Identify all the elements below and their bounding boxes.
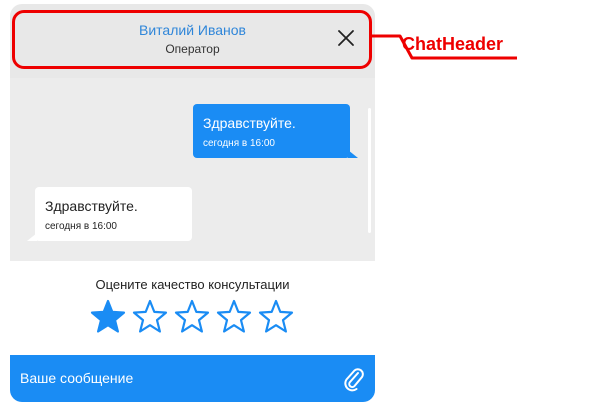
scrollbar[interactable]: [368, 108, 371, 233]
rating-title: Оцените качество консультации: [95, 277, 290, 292]
annotation-highlight: [12, 10, 372, 69]
message-time: сегодня в 16:00: [45, 221, 117, 232]
annotation-label: ChatHeader: [402, 34, 504, 54]
star-outline-icon[interactable]: [258, 299, 294, 335]
star-outline-icon[interactable]: [216, 299, 252, 335]
outgoing-message: Здравствуйте. сегодня в 16:00: [193, 104, 358, 158]
star-outline-icon[interactable]: [132, 299, 168, 335]
star-filled-icon[interactable]: [90, 299, 126, 335]
message-time: сегодня в 16:00: [203, 138, 275, 149]
message-text: Здравствуйте.: [203, 115, 296, 131]
incoming-message: Здравствуйте. сегодня в 16:00: [27, 187, 192, 241]
message-text: Здравствуйте.: [45, 198, 138, 214]
rating-panel: Оцените качество консультации: [10, 261, 375, 355]
screenshot-canvas: Виталий Иванов Оператор Здравствуйте. се…: [0, 0, 600, 410]
message-composer: [10, 355, 375, 402]
message-input[interactable]: [20, 363, 330, 393]
star-outline-icon[interactable]: [174, 299, 210, 335]
star-rating[interactable]: [90, 299, 300, 335]
paperclip-icon[interactable]: [342, 366, 366, 392]
